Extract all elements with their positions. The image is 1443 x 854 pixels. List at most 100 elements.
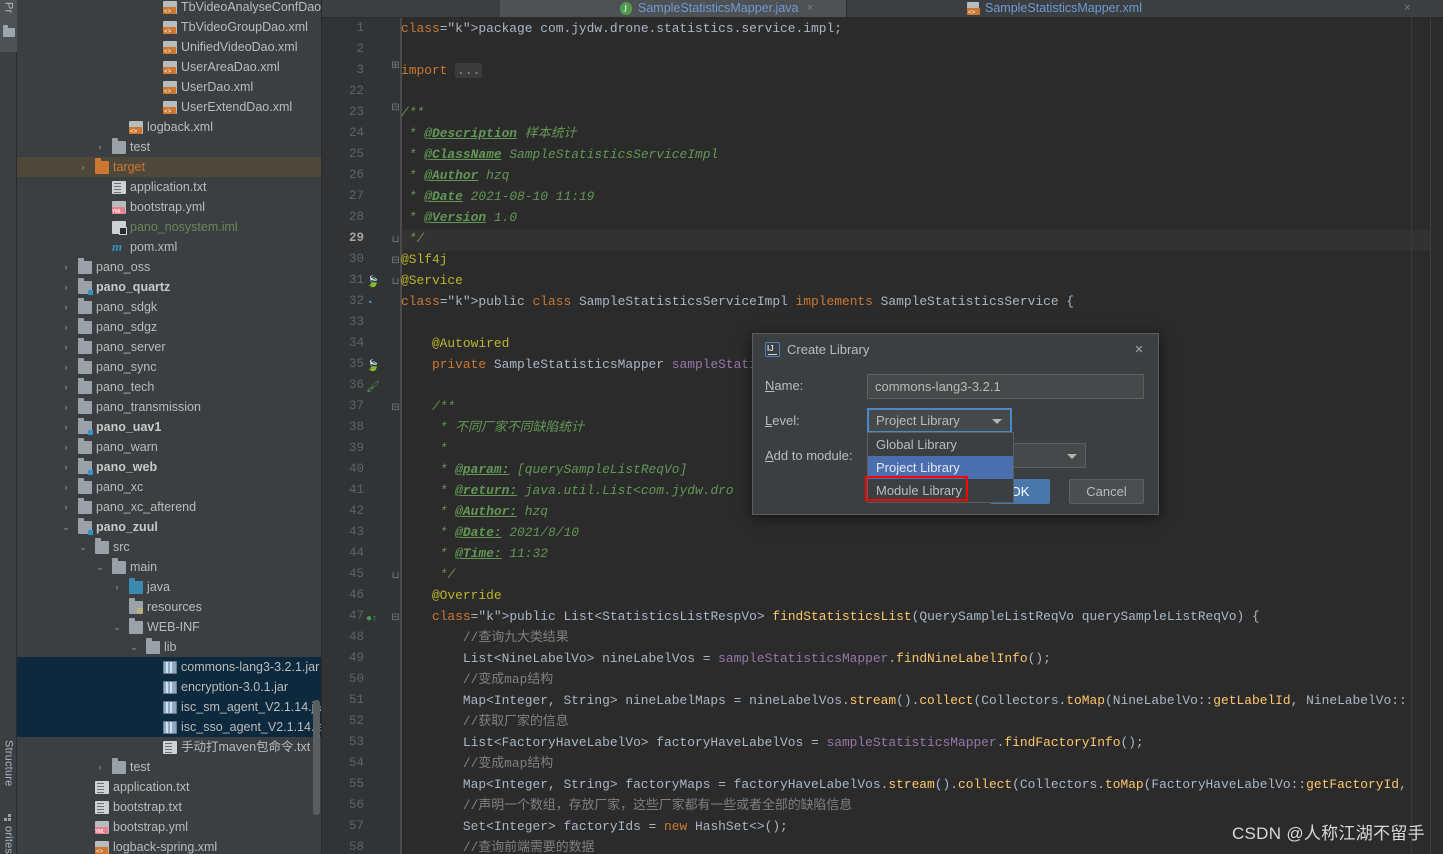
editor-gutter[interactable]: 1 2 3 22 23 24 25 26 27 28 29 30 31 32 33 34 35 36 37 38 39 4… [322,18,400,854]
editor-tab[interactable]: SampleStatisticsMapper.xml × [847,0,1443,17]
tool-window-tab-favorites[interactable]: orites [0,826,17,854]
cancel-button[interactable]: Cancel [1069,479,1144,504]
tree-item[interactable]: m pom.xml [17,237,321,257]
jar-file-icon [163,721,177,734]
tree-item[interactable]: › java [17,577,321,597]
tree-item[interactable]: isc_sso_agent_V2.1.14.jar [17,717,321,737]
editor-tab[interactable]: SampleStatisticsMapper.java × [500,0,847,18]
chevron-right-icon[interactable]: › [61,477,71,497]
spring-class-icon[interactable]: ◔ [366,293,388,314]
tree-item[interactable]: ⌄ pano_zuul [17,517,321,537]
chevron-right-icon[interactable]: › [61,397,71,417]
tree-item[interactable]: UnifiedVideoDao.xml [17,37,321,57]
tree-item[interactable]: › pano_tech [17,377,321,397]
tree-item[interactable]: commons-lang3-3.2.1.jar [17,657,321,677]
tree-item[interactable]: UserExtendDao.xml [17,97,321,117]
tree-item[interactable]: UserAreaDao.xml [17,57,321,77]
tree-item[interactable]: › pano_uav1 [17,417,321,437]
tree-item[interactable]: UserDao.xml [17,77,321,97]
chevron-right-icon[interactable]: › [61,317,71,337]
tab-close-icon[interactable]: × [807,0,813,17]
chevron-right-icon[interactable]: › [61,297,71,317]
tree-item[interactable]: ⌄ src [17,537,321,557]
chevron-down-icon[interactable]: ⌄ [78,537,88,557]
tree-item[interactable]: › pano_sdgk [17,297,321,317]
tree-item[interactable]: › pano_oss [17,257,321,277]
tree-item[interactable]: › pano_xc [17,477,321,497]
tree-item[interactable]: resources [17,597,321,617]
chevron-right-icon[interactable]: › [61,257,71,277]
tool-window-tab-structure[interactable]: Structure [0,740,17,820]
code-line: import ... [401,63,483,78]
folder-icon [112,138,126,154]
chevron-right-icon[interactable]: › [61,497,71,517]
tree-item[interactable]: bootstrap.yml [17,197,321,217]
tree-item[interactable]: TbVideoGroupDao.xml [17,17,321,37]
tree-vertical-scrollbar[interactable] [313,700,320,815]
implementing-method-icon[interactable]: ●↑ [366,608,388,629]
autowired-bean-icon[interactable]: 🍃🖌 [366,356,388,393]
editor-marker-scrollbar[interactable] [1430,18,1443,854]
code-line: @Override [401,588,502,603]
level-option[interactable]: Global Library [868,433,1013,456]
tab-close-icon[interactable]: × [1404,0,1410,17]
chevron-right-icon[interactable]: › [61,377,71,397]
chevron-down-icon[interactable]: ⌄ [61,517,71,537]
chevron-right-icon[interactable]: › [112,577,122,597]
chevron-down-icon[interactable]: ⌄ [95,557,105,577]
spring-bean-icon[interactable]: 🍃 [366,272,388,293]
tree-item[interactable]: encryption-3.0.1.jar [17,677,321,697]
tree-item[interactable]: logback.xml [17,117,321,137]
chevron-down-icon[interactable]: ⌄ [129,637,139,657]
tree-item[interactable]: 手动打maven包命令.txt [17,737,321,757]
tree-item[interactable]: ⌄ main [17,557,321,577]
chevron-right-icon[interactable]: › [61,357,71,377]
chevron-right-icon[interactable]: › [61,437,71,457]
tree-item[interactable]: pano_nosystem.iml [17,217,321,237]
tree-item-label: pano_oss [96,260,151,274]
project-tree-panel[interactable]: TbVideoAnalyseConfDao.x TbVideoGroupDao.x… [17,0,322,854]
chevron-right-icon[interactable]: › [95,137,105,157]
code-line: List<NineLabelVo> nineLabelVos = sampleS… [401,651,1051,666]
tree-item[interactable]: › pano_xc_afterend [17,497,321,517]
chevron-right-icon[interactable]: › [61,457,71,477]
tree-item[interactable]: ⌄ lib [17,637,321,657]
tree-item[interactable]: › pano_quartz [17,277,321,297]
tree-item[interactable]: TbVideoAnalyseConfDao.x [17,0,321,17]
level-option[interactable]: Project Library [868,456,1013,479]
tree-item[interactable]: › pano_server [17,337,321,357]
chevron-right-icon[interactable]: › [61,337,71,357]
tree-item[interactable]: logback-spring.xml [17,837,321,854]
line-number: 1 [356,21,364,35]
level-dropdown-popup[interactable]: Global Library Project Library Module Libr… [867,432,1014,503]
tree-item[interactable]: bootstrap.yml [17,817,321,837]
chevron-down-icon[interactable]: ⌄ [112,617,122,637]
chevron-right-icon[interactable]: › [78,157,88,177]
tree-item[interactable]: application.txt [17,777,321,797]
tree-item[interactable]: › test [17,137,321,157]
yml-file-icon [95,821,109,836]
tree-item[interactable]: › pano_web [17,457,321,477]
level-option[interactable]: Module Library [868,479,1013,502]
tree-item[interactable]: › target [17,157,321,177]
tree-item[interactable]: application.txt [17,177,321,197]
chevron-right-icon[interactable]: › [61,417,71,437]
tree-item[interactable]: isc_sm_agent_V2.1.14.jar [17,697,321,717]
chevron-right-icon[interactable]: › [95,757,105,777]
xml-file-icon [967,2,980,17]
close-icon[interactable]: × [1131,342,1147,358]
level-combobox[interactable]: Project Library [867,408,1012,433]
folder-icon [78,438,92,454]
tree-item[interactable]: › pano_sync [17,357,321,377]
tree-item[interactable]: ⌄ WEB-INF [17,617,321,637]
tree-item[interactable]: bootstrap.txt [17,797,321,817]
code-line: @Autowired [401,336,510,351]
library-name-input[interactable]: commons-lang3-3.2.1 [867,374,1144,399]
chevron-right-icon[interactable]: › [61,277,71,297]
tree-item[interactable]: › test [17,757,321,777]
line-number: 24 [348,126,364,140]
tree-item[interactable]: › pano_warn [17,437,321,457]
tree-item[interactable]: › pano_transmission [17,397,321,417]
tree-item[interactable]: › pano_sdgz [17,317,321,337]
jar-file-icon [163,701,177,714]
